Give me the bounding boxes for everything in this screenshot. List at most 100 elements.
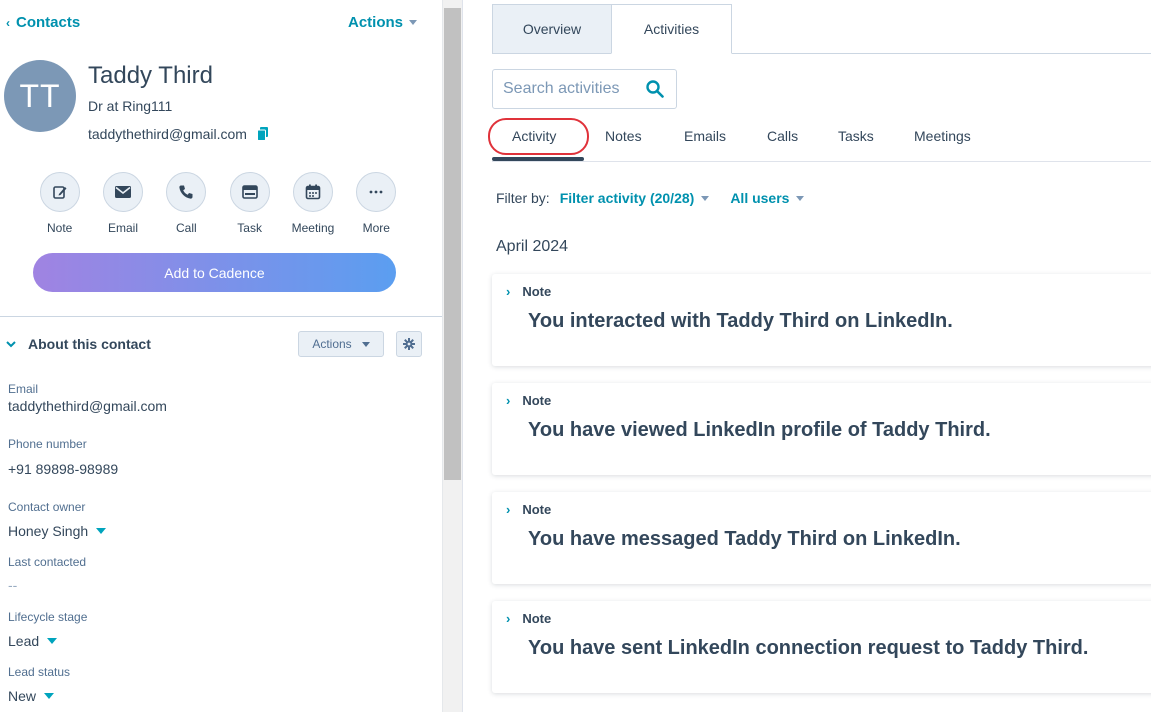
avatar-initials: TT (19, 77, 61, 114)
add-to-cadence-button[interactable]: Add to Cadence (33, 253, 396, 292)
activity-card[interactable]: › Note You have viewed LinkedIn profile … (492, 383, 1151, 475)
copy-icon[interactable] (256, 127, 269, 141)
section-divider (0, 316, 442, 317)
contact-email-row: taddythethird@gmail.com (88, 126, 269, 142)
caret-down-icon (701, 195, 710, 201)
activity-card[interactable]: › Note You have sent LinkedIn connection… (492, 601, 1151, 693)
all-users-label: All users (730, 190, 790, 206)
all-users-dropdown[interactable]: All users (730, 190, 805, 206)
settings-button[interactable] (396, 331, 422, 357)
avatar: TT (4, 60, 76, 132)
about-section-toggle[interactable]: About this contact (6, 336, 151, 352)
filter-activity-dropdown[interactable]: Filter activity (20/28) (560, 190, 710, 206)
caret-down-icon (47, 638, 58, 644)
caret-down-icon (796, 195, 805, 201)
lifecycle-stage-dropdown[interactable]: Lead (8, 633, 58, 649)
back-to-contacts-link[interactable]: ‹ Contacts (6, 14, 80, 31)
last-contacted-label: Last contacted (8, 555, 87, 569)
email-property-label: Email (8, 382, 39, 396)
contact-job-title: Dr at Ring111 (88, 98, 173, 114)
contact-actions-dropdown[interactable]: Actions (348, 14, 418, 31)
contact-sidebar: ‹ Contacts Actions TT Taddy Third Dr at … (0, 0, 442, 712)
subtab-notes[interactable]: Notes (605, 128, 642, 144)
phone-value-text: +91 89898-98989 (8, 461, 119, 477)
action-label: Call (175, 221, 197, 235)
chevron-left-icon: ‹ (6, 15, 10, 30)
contact-owner-label: Contact owner (8, 500, 86, 514)
caret-down-icon (409, 20, 418, 25)
filter-bar: Filter by: Filter activity (20/28) All u… (496, 190, 805, 206)
lead-status-dropdown[interactable]: New (8, 688, 55, 704)
lead-status-value: New (8, 688, 37, 704)
contact-name: Taddy Third (88, 62, 213, 89)
chevron-right-icon: › (506, 502, 511, 517)
activity-panel: Overview Activities Activity Notes Email… (463, 0, 1151, 712)
lifecycle-stage-value: Lead (8, 633, 40, 649)
sidebar-scrollbar-thumb[interactable] (444, 8, 461, 480)
month-group-header: April 2024 (496, 238, 569, 255)
about-section-title: About this contact (28, 336, 151, 352)
search-icon[interactable] (646, 80, 664, 98)
activity-card[interactable]: › Note You interacted with Taddy Third o… (492, 274, 1151, 366)
contact-email: taddythethird@gmail.com (88, 126, 247, 142)
email-action-button[interactable]: Email (91, 172, 154, 235)
phone-property-label: Phone number (8, 437, 87, 451)
filter-by-label: Filter by: (496, 190, 550, 206)
more-action-button[interactable]: More (345, 172, 408, 235)
subtab-activity[interactable]: Activity (512, 128, 556, 144)
caret-down-icon (44, 693, 55, 699)
action-label: Email (107, 221, 138, 235)
activity-card-header[interactable]: › Note (506, 611, 551, 626)
caret-down-icon (361, 341, 370, 347)
quick-actions: Note Email Call Task Meeting More (28, 172, 408, 235)
activity-card-header[interactable]: › Note (506, 393, 551, 408)
activity-text: You have viewed LinkedIn profile of Tadd… (528, 419, 991, 441)
phone-property-value[interactable]: +91 89898-98989 (8, 461, 118, 477)
last-contacted-value: -- (8, 577, 17, 593)
tab-overview[interactable]: Overview (492, 4, 612, 54)
email-property-value[interactable]: taddythethird@gmail.com (8, 398, 167, 414)
subtab-tasks[interactable]: Tasks (838, 128, 874, 144)
chevron-right-icon: › (506, 284, 511, 299)
activity-type: Note (522, 611, 552, 626)
activity-card-header[interactable]: › Note (506, 284, 551, 299)
action-label: Task (237, 221, 262, 235)
lead-status-label: Lead status (8, 665, 71, 679)
meeting-action-button[interactable]: Meeting (281, 172, 344, 235)
contact-owner-dropdown[interactable]: Honey Singh (8, 523, 107, 539)
filter-activity-label: Filter activity (20/28) (559, 190, 695, 206)
subtab-calls[interactable]: Calls (767, 128, 798, 144)
search-activities-box (492, 69, 677, 109)
last-contacted-text: -- (8, 577, 18, 593)
contact-owner-value: Honey Singh (8, 523, 89, 539)
about-actions-dropdown[interactable]: Actions (298, 331, 384, 357)
note-action-button[interactable]: Note (28, 172, 91, 235)
more-icon (356, 172, 397, 212)
task-icon (229, 172, 270, 212)
activity-text: You have sent LinkedIn connection reques… (528, 637, 1089, 659)
activity-type: Note (522, 502, 552, 517)
task-action-button[interactable]: Task (218, 172, 281, 235)
subtab-meetings[interactable]: Meetings (914, 128, 971, 144)
calendar-icon (292, 172, 333, 212)
active-tab-underline (492, 157, 584, 161)
tab-label: Overview (522, 21, 582, 37)
caret-down-icon (96, 528, 107, 534)
tab-activities[interactable]: Activities (611, 4, 732, 54)
activity-card-header[interactable]: › Note (506, 502, 551, 517)
action-label: Note (46, 221, 73, 235)
chevron-right-icon: › (506, 611, 511, 626)
sub-tabs-divider (492, 161, 1151, 162)
email-value-text: taddythethird@gmail.com (8, 398, 167, 414)
call-action-button[interactable]: Call (155, 172, 218, 235)
subtab-emails[interactable]: Emails (684, 128, 726, 144)
activity-card[interactable]: › Note You have messaged Taddy Third on … (492, 492, 1151, 584)
back-link-label: Contacts (16, 14, 81, 31)
chevron-right-icon: › (506, 393, 511, 408)
envelope-icon (102, 172, 143, 212)
activity-text: You have messaged Taddy Third on LinkedI… (528, 528, 961, 550)
gear-icon (403, 338, 415, 350)
activity-text: You interacted with Taddy Third on Linke… (528, 310, 953, 332)
lifecycle-stage-label: Lifecycle stage (8, 610, 88, 624)
search-input[interactable] (503, 80, 633, 98)
